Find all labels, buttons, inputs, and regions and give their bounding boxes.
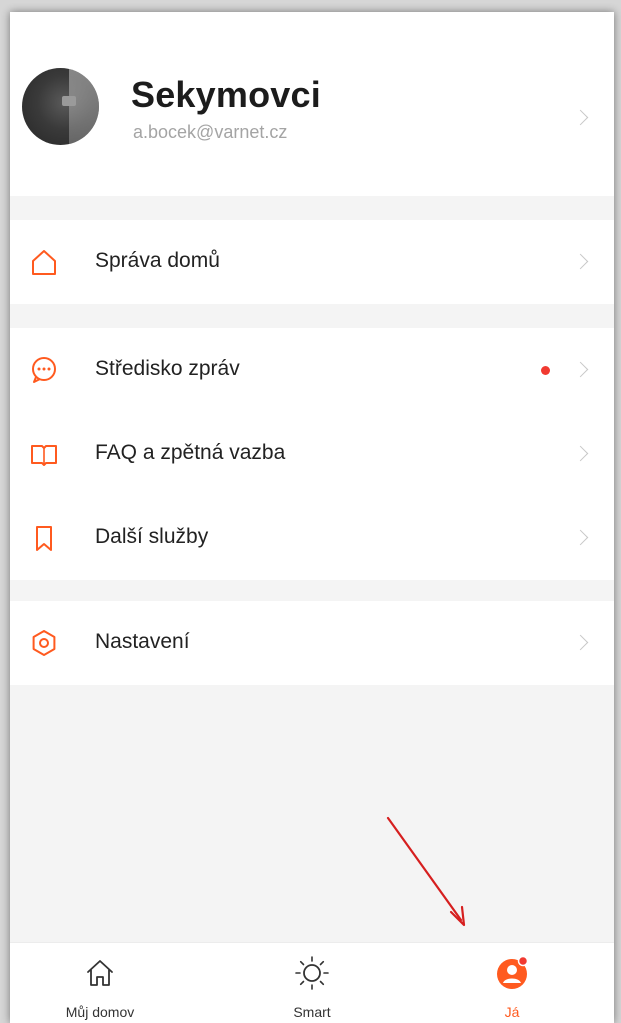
chevron-right-icon xyxy=(572,253,589,270)
menu-item-label: Nastavení xyxy=(95,630,190,653)
sun-icon xyxy=(295,956,329,990)
menu-item-label: Správa domů xyxy=(95,249,220,272)
menu-item-settings[interactable]: Nastavení xyxy=(10,601,614,685)
message-icon xyxy=(32,357,56,383)
tab-label: Můj domov xyxy=(65,1004,135,1020)
menu-item-label: Středisko zpráv xyxy=(95,357,240,380)
menu-item-label: FAQ a zpětná vazba xyxy=(95,441,286,464)
menu-group-home: Správa domů xyxy=(10,220,614,304)
menu-item-home-management[interactable]: Správa domů xyxy=(10,220,614,304)
menu-item-message-center[interactable]: Středisko zpráv xyxy=(10,328,614,412)
chevron-right-icon xyxy=(572,529,589,546)
chevron-right-icon xyxy=(572,361,589,378)
home-icon xyxy=(32,250,56,275)
tab-label: Já xyxy=(504,1004,520,1020)
badge-detail xyxy=(62,96,76,106)
chevron-right-icon xyxy=(572,634,589,651)
menu-item-label: Další služby xyxy=(95,525,209,548)
profile-email: a.bocek@varnet.cz xyxy=(133,122,288,142)
menu-group-info: Středisko zpráv FAQ a zpětná vazba Další… xyxy=(10,328,614,580)
menu-group-settings: Nastavení xyxy=(10,601,614,685)
user-icon xyxy=(497,955,529,989)
tab-me[interactable]: Já xyxy=(452,943,572,1023)
bookmark-icon xyxy=(36,526,52,551)
menu-item-more-services[interactable]: Další služby xyxy=(10,496,614,580)
settings-icon xyxy=(32,630,56,656)
profile-name: Sekymovci xyxy=(131,74,321,115)
profile-header[interactable]: Sekymovci a.bocek@varnet.cz xyxy=(10,12,614,196)
chevron-right-icon xyxy=(572,445,589,462)
menu-item-faq-feedback[interactable]: FAQ a zpětná vazba xyxy=(10,412,614,496)
avatar[interactable] xyxy=(22,68,99,145)
app-screen: Sekymovci a.bocek@varnet.cz Správa domů … xyxy=(10,12,614,1023)
tab-smart[interactable]: Smart xyxy=(252,943,372,1023)
tab-my-home[interactable]: Můj domov xyxy=(40,943,160,1023)
tab-label: Smart xyxy=(293,1004,331,1020)
house-icon xyxy=(87,960,113,986)
notification-dot xyxy=(541,366,550,375)
book-icon xyxy=(31,445,57,466)
chevron-right-icon xyxy=(572,109,589,126)
bottom-tab-bar: Můj domov Smart Já xyxy=(10,942,614,1023)
